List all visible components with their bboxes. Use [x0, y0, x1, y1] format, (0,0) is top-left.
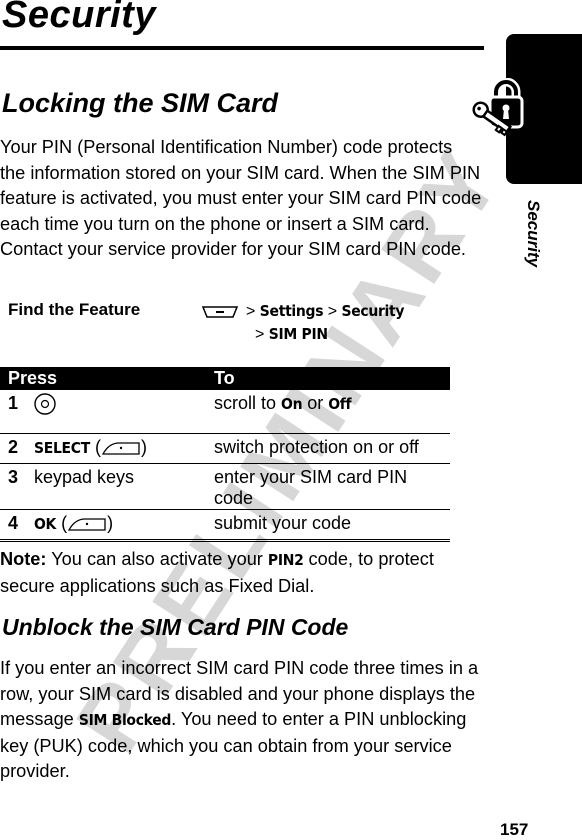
- nav-key-icon: [34, 393, 56, 415]
- option-off: Off: [328, 395, 352, 413]
- unblock-paragraph: If you enter an incorrect SIM card PIN c…: [0, 658, 479, 782]
- title-rule: [0, 46, 484, 50]
- table-row: 1 scroll to On or Off: [0, 390, 450, 434]
- find-the-feature: Find the Feature > Settings > Security >…: [8, 298, 468, 348]
- menu-path-security: Security: [341, 302, 405, 320]
- section-heading-unblock: Unblock the SIM Card PIN Code: [2, 614, 349, 640]
- sim-blocked-message: SIM Blocked: [78, 711, 172, 730]
- menu-path: > Settings > Security > SIM PIN: [202, 300, 405, 346]
- menu-path-sim-pin: SIM PIN: [268, 325, 328, 343]
- table-row: 2 SELECT ( ) switch protection on or off: [0, 433, 450, 464]
- note-paragraph: Note: You can also activate your PIN2 co…: [0, 549, 434, 596]
- menu-path-settings: Settings: [259, 302, 324, 320]
- page-number: 157: [500, 820, 529, 839]
- right-soft-key-icon: [67, 518, 106, 531]
- lock-and-key-icon: [472, 78, 524, 137]
- table-row: 3 keypad keys enter your SIM card PIN co…: [0, 463, 450, 510]
- pin2-code: PIN2: [267, 551, 304, 569]
- press-to-table: Press To 1 scroll to On or Off 2 SELECT …: [0, 367, 450, 542]
- option-on: On: [281, 395, 303, 413]
- right-soft-key-icon: [101, 442, 140, 455]
- table-row: 4 OK ( ) submit your code: [0, 509, 450, 542]
- select-key-label: SELECT: [34, 439, 90, 457]
- side-tab-label: Security: [524, 200, 543, 268]
- section-heading-locking: Locking the SIM Card: [2, 88, 279, 118]
- menu-key-icon: [202, 306, 238, 318]
- ok-key-label: OK: [34, 515, 57, 533]
- intro-paragraph: Your PIN (Personal Identification Number…: [0, 137, 482, 260]
- page-title: Security: [2, 0, 156, 36]
- find-feature-label: Find the Feature: [8, 300, 141, 319]
- header-press: Press: [0, 367, 206, 390]
- header-to: To: [206, 367, 450, 390]
- note-label: Note:: [0, 549, 47, 569]
